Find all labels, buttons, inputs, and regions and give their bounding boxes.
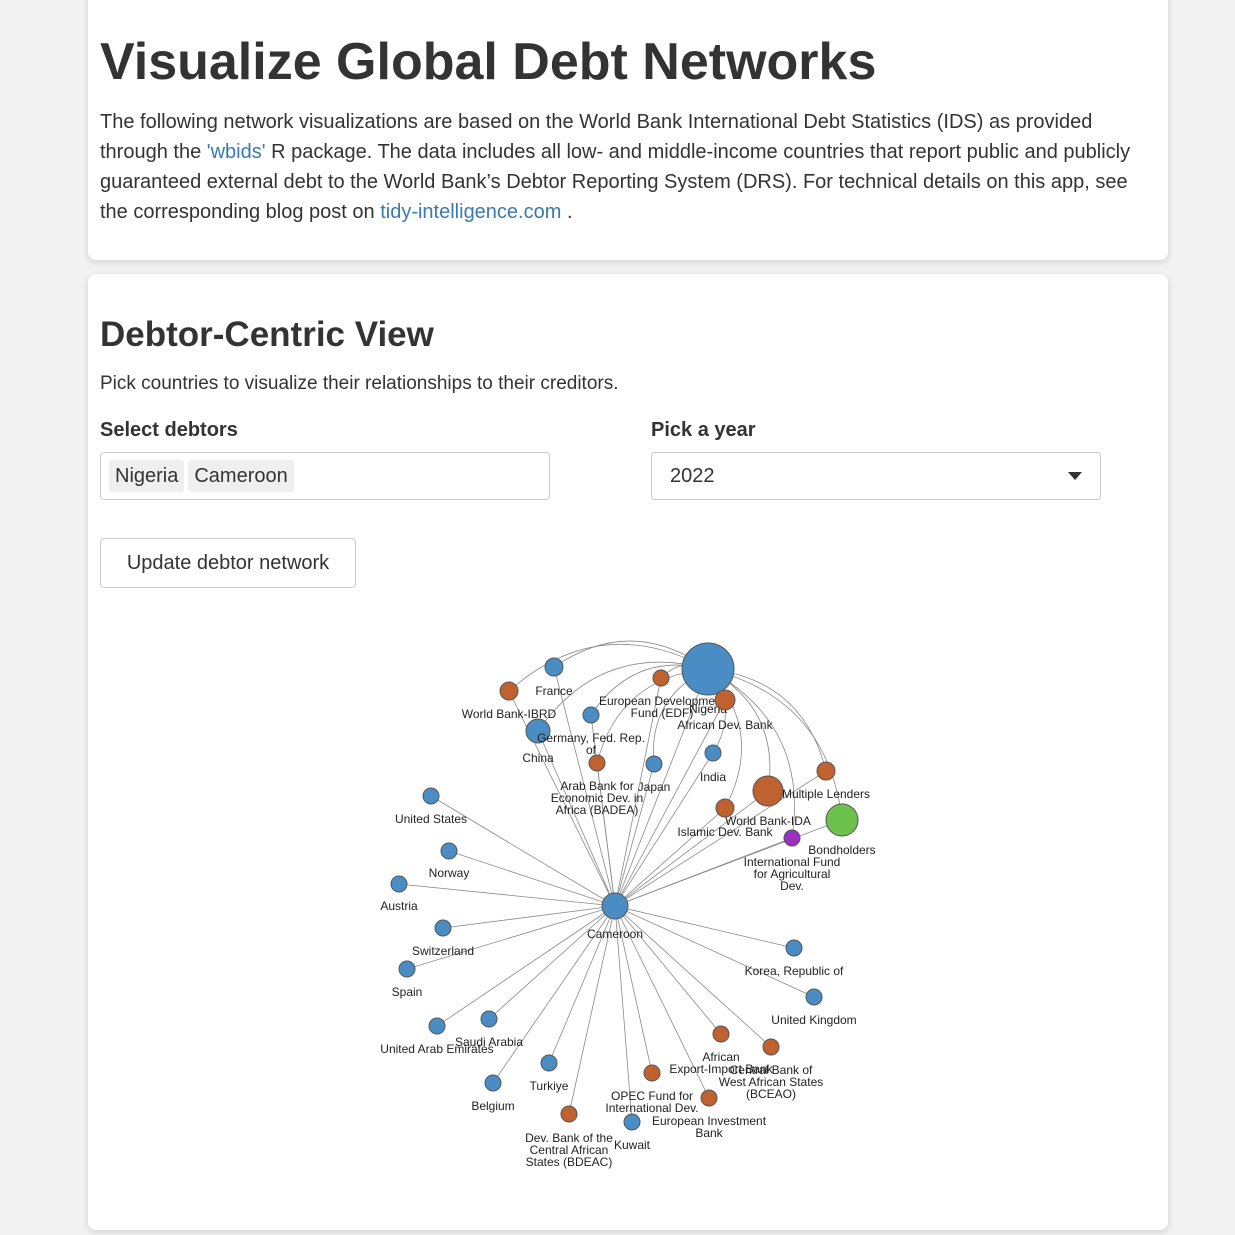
debt-network-graph[interactable]: NigeriaCameroonFranceWorld Bank-IBRDEuro… [0, 0, 1235, 1235]
node-circle[interactable] [652, 669, 670, 687]
node-switzerland[interactable]: Switzerland [412, 919, 474, 958]
node-circle[interactable] [484, 1074, 502, 1092]
node-spain[interactable]: Spain [392, 960, 423, 999]
node-circle[interactable] [712, 1025, 730, 1043]
node-circle[interactable] [560, 1105, 578, 1123]
node-label: Turkiye [530, 1079, 569, 1093]
node-label: France [535, 684, 573, 698]
node-circle[interactable] [825, 803, 859, 837]
node-saudi[interactable]: Saudi Arabia [455, 1010, 523, 1049]
node-label: African Dev. Bank [677, 718, 773, 732]
node-norway[interactable]: Norway [429, 842, 470, 880]
node-label: World Bank-IBRD [462, 707, 557, 721]
node-label: United States [395, 812, 467, 826]
node-bondholders[interactable]: Bondholders [808, 803, 876, 857]
node-circle[interactable] [762, 1038, 780, 1056]
node-circle[interactable] [544, 657, 564, 677]
node-korea[interactable]: Korea, Republic of [745, 939, 844, 978]
node-circle[interactable] [440, 842, 458, 860]
node-circle[interactable] [390, 875, 408, 893]
node-circle[interactable] [540, 1054, 558, 1072]
node-badea[interactable]: Arab Bank for Economic Dev. in Africa (BAD… [551, 754, 643, 817]
node-label: Multiple Lenders [782, 787, 870, 801]
node-circle[interactable] [601, 892, 629, 920]
node-circle[interactable] [499, 681, 519, 701]
node-label: Central Bank of West African States (BCEAO… [719, 1063, 824, 1101]
node-wb-ida[interactable]: World Bank-IDA [725, 775, 811, 828]
link-cameroon-uae [436, 905, 616, 1027]
node-circle[interactable] [783, 829, 801, 847]
node-circle[interactable] [816, 761, 836, 781]
node-circle[interactable] [398, 960, 416, 978]
node-label: Kuwait [614, 1138, 651, 1152]
node-us[interactable]: United States [395, 787, 467, 826]
node-label: Korea, Republic of [745, 964, 844, 978]
node-label: Norway [429, 866, 470, 880]
node-bdeac[interactable]: Dev. Bank of the Central African States (B… [525, 1105, 613, 1169]
node-circle[interactable] [582, 706, 600, 724]
node-circle[interactable] [715, 798, 735, 818]
node-circle[interactable] [434, 919, 452, 937]
network-nodes: NigeriaCameroonFranceWorld Bank-IBRDEuro… [380, 642, 876, 1169]
link-cameroon-uk [614, 905, 815, 998]
node-bceao[interactable]: Central Bank of West African States (BCEAO… [719, 1038, 824, 1101]
node-label: Switzerland [412, 944, 474, 958]
node-label: Austria [380, 899, 418, 913]
node-india[interactable]: India [700, 744, 726, 784]
node-label: European Investment Bank [652, 1114, 767, 1140]
node-label: Cameroon [587, 927, 643, 941]
node-circle[interactable] [643, 1064, 661, 1082]
node-france[interactable]: France [535, 657, 573, 698]
node-circle[interactable] [805, 988, 823, 1006]
node-label: Spain [392, 985, 423, 999]
node-circle[interactable] [752, 775, 784, 807]
node-circle[interactable] [623, 1113, 641, 1131]
node-circle[interactable] [785, 939, 803, 957]
node-circle[interactable] [422, 787, 440, 805]
node-label: Dev. Bank of the Central African States (B… [525, 1131, 613, 1169]
node-label: United Kingdom [771, 1013, 856, 1027]
node-uk[interactable]: United Kingdom [771, 988, 857, 1027]
node-japan[interactable]: Japan [638, 755, 671, 794]
node-cameroon[interactable]: Cameroon [587, 892, 643, 941]
node-kuwait[interactable]: Kuwait [614, 1113, 651, 1152]
node-circle[interactable] [428, 1017, 446, 1035]
node-turkiye[interactable]: Turkiye [530, 1054, 569, 1093]
node-multiple[interactable]: Multiple Lenders [782, 761, 870, 801]
node-belgium[interactable]: Belgium [471, 1074, 515, 1113]
node-label: India [700, 770, 726, 784]
node-austria[interactable]: Austria [380, 875, 418, 913]
node-label: China [522, 751, 554, 765]
node-label: OPEC Fund for International Dev. [605, 1089, 698, 1115]
node-label: Arab Bank for Economic Dev. in Africa (BAD… [551, 779, 643, 817]
node-label: International Fund for Agricultural Dev. [744, 855, 841, 893]
node-ifad[interactable]: International Fund for Agricultural Dev. [744, 829, 841, 893]
link-cameroon-spain [406, 905, 616, 970]
node-label: Islamic Dev. Bank [677, 825, 773, 839]
node-label: Saudi Arabia [455, 1035, 523, 1049]
node-circle[interactable] [645, 755, 663, 773]
node-circle[interactable] [588, 754, 606, 772]
node-circle[interactable] [681, 642, 735, 696]
link-cameroon-saudi [488, 905, 616, 1020]
node-circle[interactable] [700, 1089, 718, 1107]
node-circle[interactable] [714, 689, 736, 711]
node-circle[interactable] [704, 744, 722, 762]
link-cameroon-switzerland [442, 905, 616, 929]
node-circle[interactable] [480, 1010, 498, 1028]
node-label: Belgium [471, 1099, 514, 1113]
